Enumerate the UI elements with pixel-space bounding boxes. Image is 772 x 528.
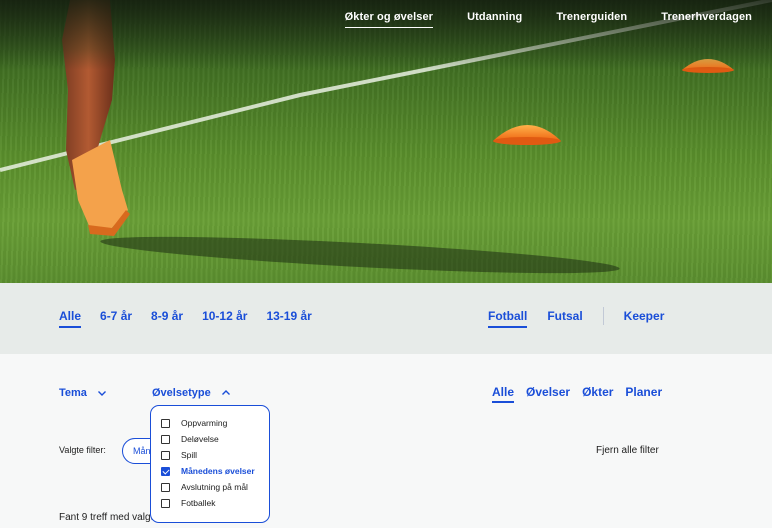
chosen-filters-label: Valgte filter: [59,445,106,455]
top-navigation: Økter og øvelser Utdanning Trenerguiden … [311,11,752,28]
ovelsetype-label: Øvelsetype [152,387,211,399]
checkbox-checked[interactable] [161,466,170,476]
type-filter-planer[interactable]: Planer [625,385,662,403]
type-filter-okter[interactable]: Økter [582,385,613,403]
age-filter-6-7[interactable]: 6-7 år [100,309,132,328]
ovelsetype-dropdown-button[interactable]: Øvelsetype [152,387,231,399]
clear-all-filters-link[interactable]: Fjern alle filter [596,445,659,456]
checkbox[interactable] [161,482,170,492]
type-filter-alle[interactable]: Alle [492,385,515,403]
sport-filter-futsal[interactable]: Futsal [547,309,582,326]
option-label: Månedens øvelser [181,466,255,476]
tema-label: Tema [59,387,87,399]
chevron-down-icon [97,391,106,396]
option-fotballek[interactable]: Fotballek [161,495,269,511]
option-manedens-ovelser[interactable]: Månedens øvelser [161,463,269,479]
option-label: Spill [181,450,198,460]
filter-section: Tema Øvelsetype Alle Øvelser Økter Plane… [0,354,772,528]
nav-okter-og-ovelser[interactable]: Økter og øvelser [344,11,434,28]
option-oppvarming[interactable]: Oppvarming [161,415,269,431]
sport-filter-group: Fotball Futsal Keeper [488,307,684,328]
nav-utdanning[interactable]: Utdanning [467,11,522,28]
age-filter-13-19[interactable]: 13-19 år [266,309,311,328]
ovelsetype-dropdown-panel: Oppvarming Deløvelse Spill Månedens øvel… [150,405,270,523]
sport-divider [602,307,604,325]
option-label: Avslutning på mål [181,482,248,492]
age-filter-alle[interactable]: Alle [59,309,82,328]
option-spill[interactable]: Spill [161,447,269,463]
sport-filter-fotball[interactable]: Fotball [488,309,528,328]
checkbox[interactable] [161,450,170,460]
age-filter-10-12[interactable]: 10-12 år [202,309,247,328]
sport-filter-keeper[interactable]: Keeper [624,309,665,326]
option-label: Deløvelse [181,434,219,444]
hero-image: Økter og øvelser Utdanning Trenerguiden … [0,0,772,283]
age-filter-8-9[interactable]: 8-9 år [151,309,183,328]
nav-trenerguiden[interactable]: Trenerguiden [556,11,627,28]
content-type-group: Alle Øvelser Økter Planer [492,385,674,403]
option-label: Fotballek [181,498,216,508]
option-label: Oppvarming [181,418,228,428]
option-avslutning-pa-mal[interactable]: Avslutning på mål [161,479,269,495]
nav-trenerhverdagen[interactable]: Trenerhverdagen [661,11,752,28]
player-shadow [100,236,620,274]
age-filter-group: Alle 6-7 år 8-9 år 10-12 år 13-19 år [59,309,331,328]
checkbox[interactable] [161,418,170,428]
tema-dropdown-button[interactable]: Tema [59,387,107,399]
type-filter-ovelser[interactable]: Øvelser [526,385,570,403]
age-sport-bar: Alle 6-7 år 8-9 år 10-12 år 13-19 år Fot… [0,283,772,354]
chevron-up-icon [221,390,230,395]
checkbox[interactable] [161,498,170,508]
option-delovelse[interactable]: Deløvelse [161,431,269,447]
checkbox[interactable] [161,434,170,444]
